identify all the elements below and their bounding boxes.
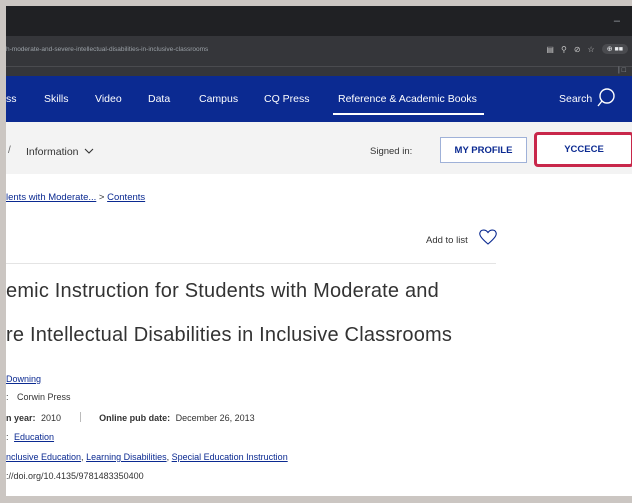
- nav-active-indicator: [333, 113, 484, 115]
- keyword-link[interactable]: nclusive Education: [6, 452, 81, 462]
- url-text[interactable]: h-moderate-and-severe-intellectual-disab…: [6, 46, 208, 53]
- publisher-prefix: :: [6, 392, 9, 402]
- chevron-down-icon: [85, 148, 94, 154]
- dates-separator: [79, 412, 81, 422]
- keywords-row: nclusive Education, Learning Disabilitie…: [6, 452, 288, 462]
- bookmark-folder-icon[interactable]: | □: [618, 67, 626, 74]
- information-menu[interactable]: Information: [26, 146, 94, 158]
- search-icon[interactable]: [596, 87, 618, 109]
- sub-nav-divider: /: [8, 145, 11, 156]
- minimize-button[interactable]: –: [614, 15, 620, 27]
- online-date-label: Online pub date:: [99, 413, 171, 423]
- nav-item-data[interactable]: Data: [148, 93, 170, 105]
- divider: [6, 263, 496, 264]
- author-link[interactable]: Downing: [6, 374, 41, 384]
- online-date-value: December 26, 2013: [175, 413, 255, 423]
- subject-prefix: :: [6, 432, 9, 442]
- author-row: Downing: [6, 374, 41, 384]
- keyword-link[interactable]: Learning Disabilities: [86, 452, 167, 462]
- add-to-list-label[interactable]: Add to list: [426, 235, 468, 246]
- nav-item-skills[interactable]: Skills: [44, 93, 69, 105]
- profile-pill[interactable]: ⊕ ■■: [601, 44, 628, 54]
- translate-icon[interactable]: ▤: [546, 45, 554, 54]
- publisher-value: Corwin Press: [17, 392, 71, 402]
- title-bar: –: [6, 6, 632, 36]
- year-label: n year:: [6, 413, 36, 423]
- doi-text[interactable]: ://doi.org/10.4135/9781483350400: [6, 471, 144, 481]
- keyword-link[interactable]: Special Education Instruction: [172, 452, 288, 462]
- publisher-row: : Corwin Press: [6, 392, 71, 402]
- signed-in-label: Signed in:: [370, 146, 413, 157]
- nav-item-business[interactable]: ss: [6, 93, 17, 105]
- subject-link[interactable]: Education: [14, 432, 54, 442]
- subject-row: : Education: [6, 432, 54, 442]
- page-title-line-1: emic Instruction for Students with Moder…: [6, 280, 439, 302]
- nav-item-campus[interactable]: Campus: [199, 93, 238, 105]
- nav-item-video[interactable]: Video: [95, 93, 122, 105]
- zoom-icon[interactable]: ⚲: [561, 45, 567, 54]
- information-label: Information: [26, 146, 79, 158]
- browser-window: – h-moderate-and-severe-intellectual-dis…: [6, 6, 632, 496]
- institution-button[interactable]: YCCECE: [534, 132, 632, 167]
- breadcrumb-book-link[interactable]: lents with Moderate...: [6, 192, 96, 203]
- page-title-line-2: re Intellectual Disabilities in Inclusiv…: [6, 324, 453, 346]
- breadcrumb-separator: >: [96, 192, 108, 203]
- star-icon[interactable]: ☆: [588, 45, 595, 54]
- breadcrumb-contents-link[interactable]: Contents: [107, 192, 145, 203]
- my-profile-button[interactable]: MY PROFILE: [440, 137, 527, 163]
- dates-row: n year: 2010 Online pub date: December 2…: [6, 412, 255, 423]
- search-label[interactable]: Search: [559, 93, 592, 105]
- address-bar: h-moderate-and-severe-intellectual-disab…: [6, 36, 632, 66]
- breadcrumb: lents with Moderate... > Contents: [6, 192, 145, 203]
- heart-icon[interactable]: [478, 228, 498, 246]
- year-value: 2010: [41, 413, 62, 423]
- site-nav: ss Skills Video Data Campus CQ Press Ref…: [6, 76, 632, 122]
- eye-off-icon[interactable]: ⊘: [574, 45, 581, 54]
- address-bar-icons: ▤ ⚲ ⊘ ☆ ⊕ ■■: [546, 44, 628, 54]
- doi-row: ://doi.org/10.4135/9781483350400: [6, 471, 144, 481]
- sub-nav: / Information Signed in: MY PROFILE YCCE…: [6, 122, 632, 174]
- nav-item-cq-press[interactable]: CQ Press: [264, 93, 310, 105]
- nav-item-reference[interactable]: Reference & Academic Books: [338, 93, 477, 105]
